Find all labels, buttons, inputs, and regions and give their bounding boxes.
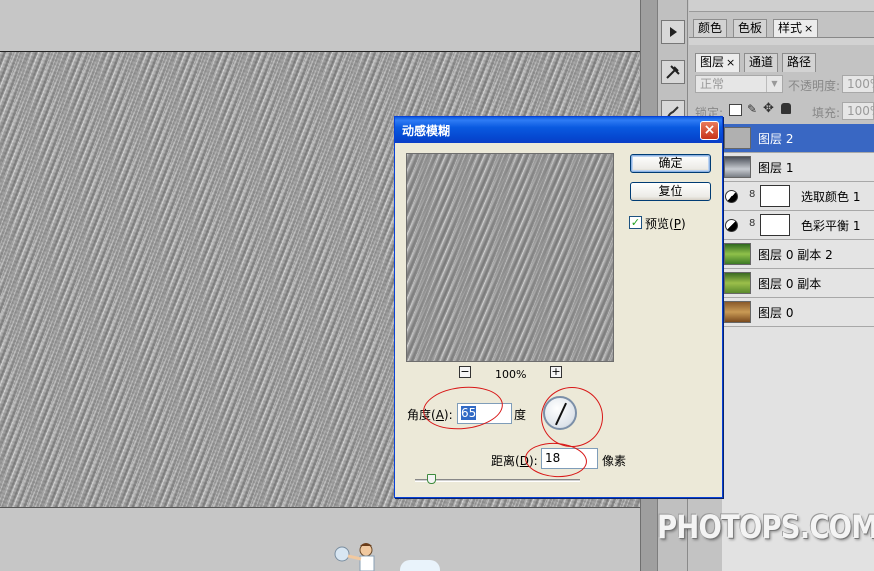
panel-group-header xyxy=(689,0,874,12)
cloud-decoration xyxy=(400,560,440,571)
play-action-icon[interactable] xyxy=(661,20,685,44)
link-icon: 8 xyxy=(749,189,756,200)
tab-swatches[interactable]: 色板 xyxy=(733,19,768,38)
motion-blur-dialog: 动感模糊 × − 100% + 确定 复位 ✓ 预览(P) 角度(A): 65 … xyxy=(394,116,723,498)
layer-row[interactable]: 图层 2 xyxy=(722,124,874,153)
layer-name: 图层 0 副本 xyxy=(758,277,822,291)
tab-paths[interactable]: 路径 xyxy=(782,53,817,72)
lock-all-icon[interactable] xyxy=(781,103,791,114)
lock-transparency-icon[interactable] xyxy=(729,104,742,116)
layer-row[interactable]: 图层 0 xyxy=(722,298,874,327)
distance-slider-track[interactable] xyxy=(415,479,580,482)
angle-unit: 度 xyxy=(514,408,527,422)
annotation-circle-angle xyxy=(421,382,505,434)
layer-thumbnail xyxy=(724,301,751,323)
fill-label: 填充: xyxy=(812,106,841,120)
layer-thumbnail xyxy=(724,156,751,178)
tab-styles[interactable]: 样式 × xyxy=(773,19,819,38)
layer-thumbnail xyxy=(724,272,751,294)
tab-layers[interactable]: 图层 × xyxy=(695,53,741,72)
zoom-level: 100% xyxy=(495,368,527,381)
reset-button[interactable]: 复位 xyxy=(630,182,711,201)
layer-name: 选取颜色 1 xyxy=(801,190,861,204)
distance-unit: 像素 xyxy=(602,454,627,468)
layer-row[interactable]: 图层 0 副本 2 xyxy=(722,240,874,269)
layer-name: 图层 1 xyxy=(758,161,794,175)
lock-brush-icon[interactable]: ✎ xyxy=(747,102,757,116)
tools-icon[interactable] xyxy=(661,60,685,84)
close-button[interactable]: × xyxy=(700,121,719,140)
blend-mode-select[interactable]: 正常 ▼ xyxy=(695,75,783,93)
layer-row[interactable]: 8 色彩平衡 1 xyxy=(722,211,874,240)
opacity-field[interactable]: 100% xyxy=(842,75,874,93)
mascot-illustration xyxy=(334,543,375,571)
preview-checkbox[interactable]: ✓ xyxy=(629,216,642,229)
layer-thumbnail xyxy=(724,127,751,149)
zoom-out-button[interactable]: − xyxy=(459,366,471,378)
layer-name: 色彩平衡 1 xyxy=(801,219,861,233)
layer-thumbnail xyxy=(724,243,751,265)
dialog-title: 动感模糊 xyxy=(402,124,451,138)
chevron-down-icon: ▼ xyxy=(766,76,782,92)
watermark: PHOTOPS.COM xyxy=(657,508,874,546)
filter-preview[interactable] xyxy=(406,153,614,362)
preview-label: 预览(P) xyxy=(645,217,686,231)
layer-row[interactable]: 图层 0 副本 xyxy=(722,269,874,298)
layer-mask-thumbnail xyxy=(760,214,790,236)
link-icon: 8 xyxy=(749,218,756,229)
distance-slider-thumb[interactable] xyxy=(426,474,436,484)
ok-button[interactable]: 确定 xyxy=(630,154,711,173)
opacity-label: 不透明度: xyxy=(788,79,841,93)
annotation-circle-dial xyxy=(541,387,603,447)
annotation-circle-distance xyxy=(523,440,589,480)
adjustment-layer-icon xyxy=(725,219,738,232)
color-panel-tabs: 颜色 色板 样式 × xyxy=(689,16,874,38)
tab-channels[interactable]: 通道 xyxy=(744,53,779,72)
styles-panel-body xyxy=(689,37,874,45)
layer-name: 图层 2 xyxy=(758,132,794,146)
layer-name: 图层 0 副本 2 xyxy=(758,248,833,262)
layer-row[interactable]: 8 选取颜色 1 xyxy=(722,182,874,211)
close-icon[interactable]: × xyxy=(804,22,813,35)
layers-list: 图层 2 图层 1 8 选取颜色 1 8 色彩平衡 1 图层 0 副本 2 图层… xyxy=(722,124,874,571)
adjustment-layer-icon xyxy=(725,190,738,203)
close-icon[interactable]: × xyxy=(726,56,735,69)
layers-panel-tabs: 图层 × 通道 路径 xyxy=(689,50,874,72)
lock-move-icon[interactable]: ✥ xyxy=(763,101,774,116)
layer-row[interactable]: 图层 1 xyxy=(722,153,874,182)
dialog-titlebar[interactable]: 动感模糊 × xyxy=(395,117,722,143)
layer-mask-thumbnail xyxy=(760,185,790,207)
zoom-in-button[interactable]: + xyxy=(550,366,562,378)
fill-field[interactable]: 100% xyxy=(842,102,874,120)
layer-name: 图层 0 xyxy=(758,306,794,320)
tab-color[interactable]: 颜色 xyxy=(693,19,728,38)
